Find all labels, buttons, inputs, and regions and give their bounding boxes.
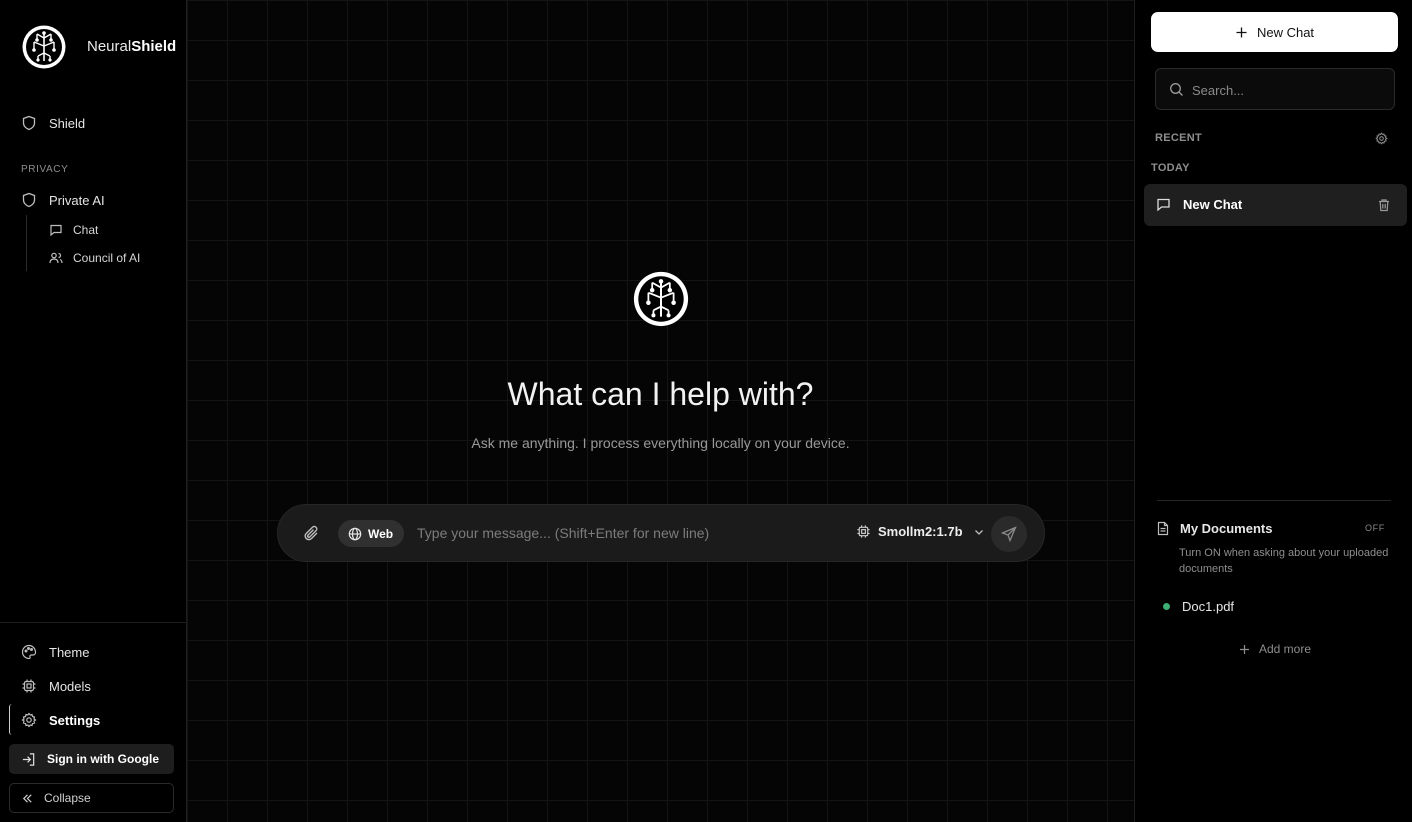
brand-name-bold: Shield xyxy=(131,38,177,55)
document-icon xyxy=(1157,521,1169,536)
sign-in-google-button[interactable]: Sign in with Google xyxy=(9,744,174,774)
model-name: Smollm2:1.7b xyxy=(878,524,963,539)
model-selector[interactable]: Smollm2:1.7b xyxy=(856,524,985,539)
add-more-label: Add more xyxy=(1259,642,1312,656)
section-label-privacy: PRIVACY xyxy=(21,164,69,175)
hero-title: What can I help with? xyxy=(507,376,814,412)
today-label: TODAY xyxy=(1151,162,1190,174)
chat-bubble-icon xyxy=(50,224,62,237)
add-more-button[interactable]: Add more xyxy=(1239,642,1311,656)
new-chat-label: New Chat xyxy=(1256,24,1315,40)
web-search-toggle[interactable]: Web xyxy=(338,520,405,547)
sidebar-item-label: Settings xyxy=(49,712,101,728)
message-composer: Web Smollm2:1.7b xyxy=(277,504,1045,562)
sidebar-item-council-of-ai[interactable]: Council of AI xyxy=(49,249,140,267)
recent-label: RECENT xyxy=(1155,132,1203,144)
my-documents-header: My Documents xyxy=(1156,521,1272,536)
sidebar-item-label: Chat xyxy=(73,223,99,237)
chat-bubble-icon xyxy=(1157,198,1170,212)
panel-divider xyxy=(1157,500,1391,501)
sign-in-label: Sign in with Google xyxy=(47,752,159,766)
brain-circuit-logo-icon xyxy=(633,271,689,327)
collapse-button[interactable]: Collapse xyxy=(9,783,174,813)
users-icon xyxy=(49,252,63,264)
chevron-down-icon xyxy=(974,529,983,535)
sidebar-item-shield[interactable]: Shield xyxy=(21,113,85,133)
sign-in-icon xyxy=(22,752,35,766)
document-name: Doc1.pdf xyxy=(1182,599,1235,614)
sidebar-item-private-ai[interactable]: Private AI xyxy=(21,190,105,210)
search-box xyxy=(1155,68,1395,110)
brand-name-regular: Neural xyxy=(87,38,132,55)
brand[interactable]: NeuralShield xyxy=(21,24,176,70)
search-input[interactable] xyxy=(1192,80,1387,100)
chat-history-label: New Chat xyxy=(1183,197,1243,212)
shield-icon xyxy=(22,192,36,208)
documents-toggle[interactable]: OFF xyxy=(1365,523,1385,533)
cpu-icon xyxy=(22,679,36,693)
sidebar-item-label: Private AI xyxy=(49,192,105,208)
sidebar-item-label: Shield xyxy=(49,115,86,131)
status-dot xyxy=(1163,603,1170,610)
documents-hint: Turn ON when asking about your uploaded … xyxy=(1179,547,1389,575)
send-icon xyxy=(1001,526,1017,542)
hero-subtitle: Ask me anything. I process everything lo… xyxy=(471,435,850,451)
trash-icon[interactable] xyxy=(1377,198,1391,212)
sidebar-divider xyxy=(0,622,187,623)
cpu-icon xyxy=(857,525,870,538)
paperclip-icon[interactable] xyxy=(302,524,322,544)
chevrons-left-icon xyxy=(22,793,32,803)
my-documents-title: My Documents xyxy=(1180,521,1273,536)
shield-icon xyxy=(22,115,36,131)
web-label: Web xyxy=(368,526,394,541)
palette-icon xyxy=(21,644,37,660)
active-indicator xyxy=(9,704,12,735)
search-icon xyxy=(1170,83,1183,96)
send-button[interactable] xyxy=(991,516,1027,552)
collapse-label: Collapse xyxy=(44,791,91,805)
sidebar-item-models[interactable]: Models xyxy=(21,676,91,696)
message-input[interactable] xyxy=(417,522,837,544)
brain-circuit-logo-icon xyxy=(22,25,66,69)
sidebar-item-label: Theme xyxy=(49,644,90,660)
document-item[interactable]: Doc1.pdf xyxy=(1163,599,1234,614)
sidebar-item-theme[interactable]: Theme xyxy=(21,642,89,662)
plus-icon xyxy=(1240,644,1249,654)
main-chat-area: What can I help with? Ask me anything. I… xyxy=(187,0,1134,822)
gear-icon[interactable] xyxy=(1375,132,1388,145)
sidebar-item-chat[interactable]: Chat xyxy=(49,221,98,239)
sidebar-item-label: Council of AI xyxy=(73,251,141,265)
gear-icon xyxy=(21,712,37,728)
left-sidebar: NeuralShield Shield PRIVACY Private AI C… xyxy=(0,0,187,822)
sidebar-item-settings[interactable]: Settings xyxy=(21,710,100,730)
sidebar-item-label: Models xyxy=(49,678,91,694)
globe-icon xyxy=(348,527,362,540)
brand-name: NeuralShield xyxy=(87,38,176,55)
chat-history-item[interactable]: New Chat xyxy=(1144,184,1407,226)
tree-line xyxy=(26,215,27,271)
right-panel: New Chat RECENT TODAY New Chat My Docume… xyxy=(1134,0,1412,822)
plus-icon xyxy=(1236,27,1247,37)
new-chat-button[interactable]: New Chat xyxy=(1151,12,1398,52)
